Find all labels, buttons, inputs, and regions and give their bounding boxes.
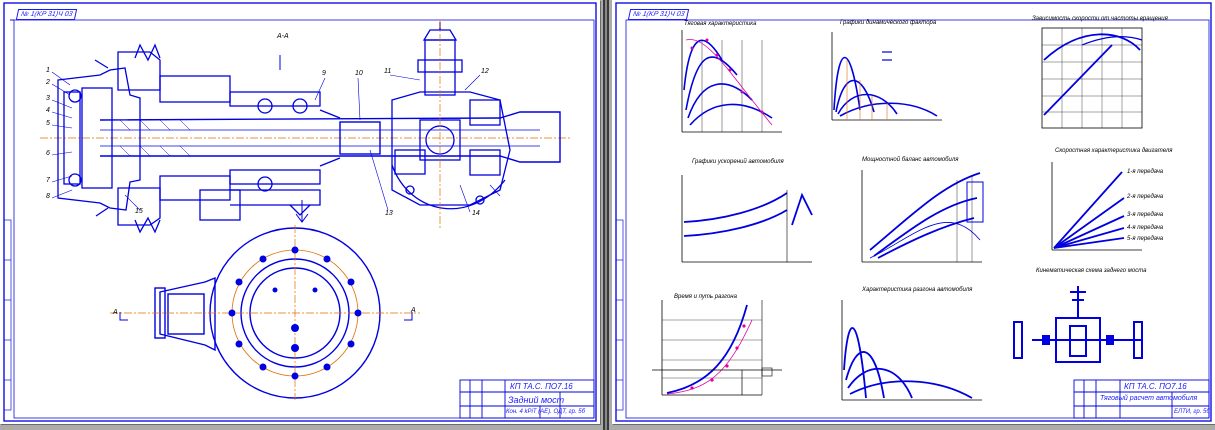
callout-label: 1 — [46, 67, 50, 74]
document-viewport[interactable]: № 1(KP 31)Ч 03 А-А А А 1 2 3 4 5 6 7 8 9… — [0, 0, 1215, 430]
callout-label: 7 — [46, 177, 50, 184]
section-mark: А-А — [277, 33, 289, 40]
chart-title: Тяговая характеристика — [684, 21, 757, 27]
callout-label: 10 — [355, 70, 363, 77]
callout-label: 8 — [46, 193, 50, 200]
rear-axle-drawing — [3, 2, 597, 422]
view-mark-right: А — [411, 307, 416, 314]
callout-label: 15 — [135, 208, 143, 215]
title-block-code: КП ТА.С. ПО7.16 — [510, 382, 573, 391]
title-block-code: КП ТА.С. ПО7.16 — [1124, 382, 1187, 391]
series-label: 2-я передача — [1127, 194, 1164, 200]
series-label: 4-я передача — [1127, 225, 1164, 231]
callout-label: 2 — [46, 79, 50, 86]
chart-title: Мощностной баланс автомобиля — [862, 157, 959, 163]
callout-label: 9 — [322, 70, 326, 77]
sheet-stamp-tag: № 1(KP 31)Ч 03 — [627, 9, 690, 20]
chart-title: Зависимость скорости от частоты вращения — [1032, 16, 1168, 22]
title-block-group: ЕЛТИ, гр. 5б — [1174, 409, 1210, 415]
chart-title: Скоростная характеристика двигателя — [1055, 148, 1173, 154]
title-block-group: Кон. 4 kPiT (АЕ). ОДТ, гр. 5б — [506, 409, 586, 415]
traction-charts-drawing — [615, 2, 1212, 422]
chart-title: Графики ускорений автомобиля — [692, 159, 784, 165]
title-block-title: Задний мост — [508, 395, 565, 405]
view-mark-left: А — [113, 309, 118, 316]
callout-label: 5 — [46, 120, 50, 127]
chart-title: Характеристика разгона автомобиля — [862, 287, 973, 293]
series-label: 3-я передача — [1127, 212, 1164, 218]
chart-title: Графики динамического фактора — [840, 20, 937, 26]
callout-label: 13 — [385, 210, 393, 217]
callout-label: 3 — [46, 95, 50, 102]
page-split-divider[interactable] — [603, 0, 609, 430]
drawing-sheet-rear-axle[interactable]: № 1(KP 31)Ч 03 А-А А А 1 2 3 4 5 6 7 8 9… — [0, 0, 600, 424]
callout-label: 14 — [472, 210, 480, 217]
title-block-title: Тяговый расчет автомобиля — [1100, 395, 1198, 402]
chart-title: Кинематическая схема заднего моста — [1036, 268, 1147, 274]
drawing-sheet-traction-calc[interactable]: № 1(KP 31)Ч 03 Тяговая характеристика Гр… — [612, 0, 1215, 424]
chart-title: Время и путь разгона — [674, 294, 737, 300]
sheet-stamp-tag: № 1(KP 31)Ч 03 — [15, 9, 78, 20]
callout-label: 4 — [46, 107, 50, 114]
callout-label: 11 — [384, 68, 392, 75]
callout-label: 12 — [481, 68, 489, 75]
callout-label: 6 — [46, 150, 50, 157]
series-label: 1-я передача — [1127, 169, 1164, 175]
series-label: 5-я передача — [1127, 236, 1164, 242]
